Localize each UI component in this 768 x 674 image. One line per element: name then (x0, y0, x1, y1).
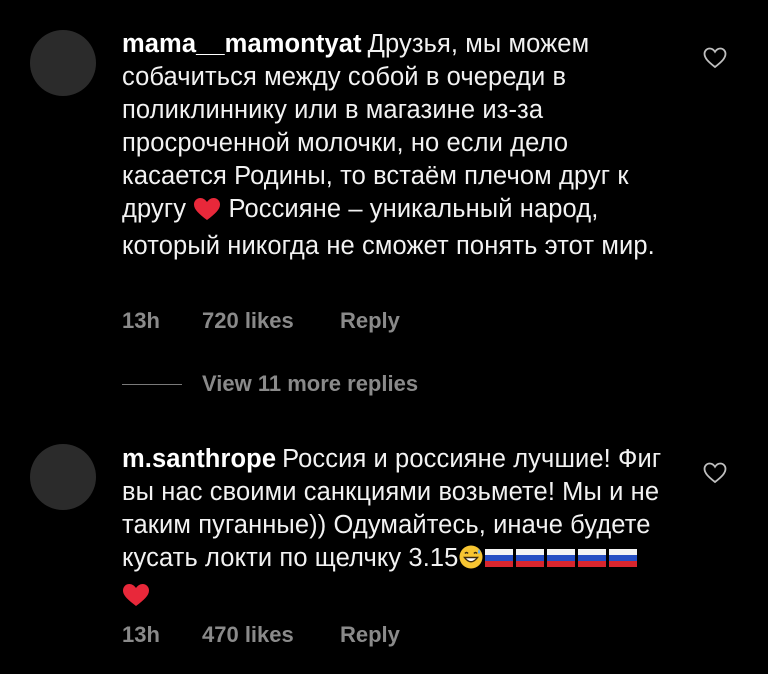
grinning-sweat-icon (458, 544, 484, 579)
heart-icon (193, 197, 221, 230)
view-more-replies-button[interactable]: View 11 more replies (122, 371, 418, 397)
reply-button[interactable]: Reply (340, 308, 400, 334)
likes-count[interactable]: 470 likes (202, 622, 340, 648)
comment-body: mama__mamontyat Друзья, мы можем собачить… (122, 28, 662, 263)
russia-flag-icon (515, 545, 545, 567)
timestamp: 13h (122, 308, 160, 333)
like-heart-icon[interactable] (703, 47, 727, 69)
heart-icon (122, 583, 150, 616)
timestamp: 13h (122, 622, 160, 647)
divider (122, 383, 182, 385)
comment-body: m.santhrope Россия и россияне лучшие! Фиг… (122, 443, 662, 616)
russia-flag-icon (546, 545, 576, 567)
russia-flag-icon (484, 545, 514, 567)
likes-count[interactable]: 720 likes (202, 308, 340, 334)
comment-meta: 13h 470 likes Reply (122, 622, 400, 648)
username-link[interactable]: m.santhrope (122, 445, 276, 473)
avatar[interactable] (30, 30, 96, 96)
username-link[interactable]: mama__mamontyat (122, 30, 362, 58)
russia-flag-icon (577, 545, 607, 567)
like-heart-icon[interactable] (703, 462, 727, 484)
view-more-label: View 11 more replies (202, 371, 419, 396)
comment-meta: 13h 720 likes Reply (122, 308, 400, 334)
avatar[interactable] (30, 444, 96, 510)
reply-button[interactable]: Reply (340, 622, 400, 648)
russia-flag-icon (608, 545, 638, 567)
